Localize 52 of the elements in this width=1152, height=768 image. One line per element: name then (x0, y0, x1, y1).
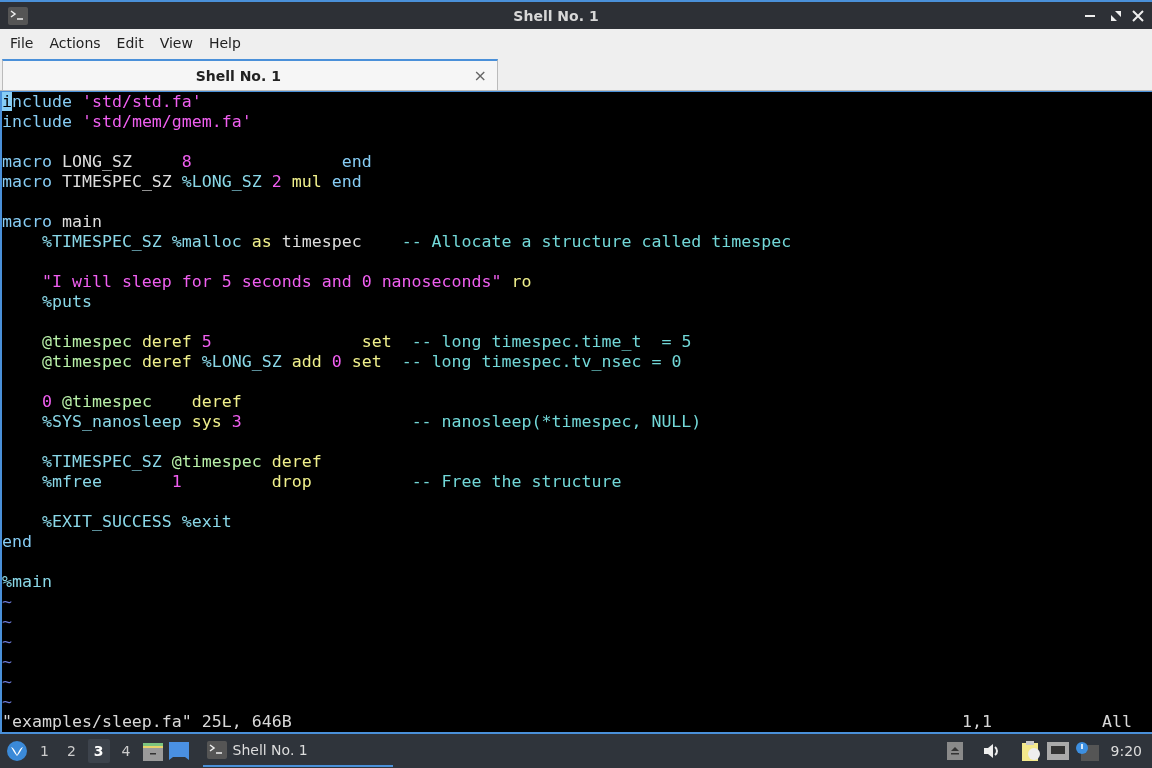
tab[interactable]: Shell No. 1 × (2, 59, 498, 90)
volume-icon[interactable] (982, 743, 1001, 759)
code-line: macro LONG_SZ 8 end (2, 152, 372, 172)
file-manager-icon[interactable] (142, 741, 163, 761)
workspace-button[interactable]: 2 (60, 739, 82, 763)
code-line: end (2, 532, 32, 552)
menu-item[interactable]: Edit (108, 35, 152, 51)
empty-line-marker: ~ (2, 672, 12, 692)
scroll-position: All (1102, 712, 1132, 732)
empty-line-marker: ~ (2, 632, 12, 652)
workspace-button[interactable]: 1 (34, 739, 55, 763)
code-line: %SYS_nanosleep sys 3 -- nanosleep(*timespec, NULL) (40, 412, 702, 432)
empty-line-marker: ~ (2, 652, 12, 672)
menu-item[interactable]: File (2, 35, 42, 51)
code-line: %main (2, 572, 52, 592)
code-line: "I will sleep for 5 seconds and 0 nanoseconds" ro (40, 272, 532, 292)
start-menu-icon[interactable] (6, 740, 28, 762)
empty-line-marker: ~ (2, 592, 12, 612)
workspace-button[interactable]: 4 (115, 739, 137, 763)
code-line: include 'std/mem/gmem.fa' (2, 112, 252, 132)
code-line: @timespec deref %LONG_SZ add 0 set -- long timespec.tv_nsec = 0 (40, 352, 682, 372)
maximize-icon[interactable] (1110, 9, 1122, 22)
terminal-icon (206, 741, 227, 759)
code-line: %mfree 1 drop -- Free the structure (40, 472, 622, 492)
code-line: @timespec deref 5 set -- long timespec.time_t = 5 (40, 332, 692, 352)
code-line: %EXIT_SUCCESS %exit (40, 512, 232, 532)
code-line: %TIMESPEC_SZ %malloc as timespec -- Allocate a structure called timespec (40, 232, 792, 252)
empty-line-marker: ~ (2, 692, 12, 712)
file-info: "examples/sleep.fa" 25L, 646B (2, 712, 292, 732)
menu-item[interactable]: View (151, 35, 201, 51)
close-icon[interactable] (1132, 9, 1144, 22)
close-tab-button[interactable]: × (473, 66, 487, 85)
code-line: %TIMESPEC_SZ @timespec deref (40, 452, 322, 472)
code-line: macro TIMESPEC_SZ %LONG_SZ 2 mul end (2, 172, 362, 192)
cursor-position: 1,1 (962, 712, 992, 732)
taskbar-window-button[interactable]: Shell No. 1 (202, 735, 393, 767)
menu-item[interactable]: Help (200, 35, 249, 51)
clock: 9:20 (1110, 743, 1142, 759)
menu-item[interactable]: Actions (41, 35, 109, 51)
code-line: 0 @timespec deref (40, 392, 242, 412)
notification-icon[interactable] (1074, 741, 1099, 761)
code-line: %puts (40, 292, 92, 312)
code-line: include 'std/std.fa' (2, 92, 202, 112)
workspace-button[interactable]: 3 (87, 739, 110, 763)
window-title: Shell No. 1 (512, 7, 600, 24)
network-icon[interactable] (1046, 742, 1069, 760)
desktop-icon[interactable] (168, 742, 189, 760)
code-line: macro main (2, 212, 102, 232)
clipboard-icon[interactable] (1020, 740, 1041, 762)
empty-line-marker: ~ (2, 612, 12, 632)
terminal-icon (8, 6, 28, 25)
eject-icon[interactable] (946, 742, 963, 760)
